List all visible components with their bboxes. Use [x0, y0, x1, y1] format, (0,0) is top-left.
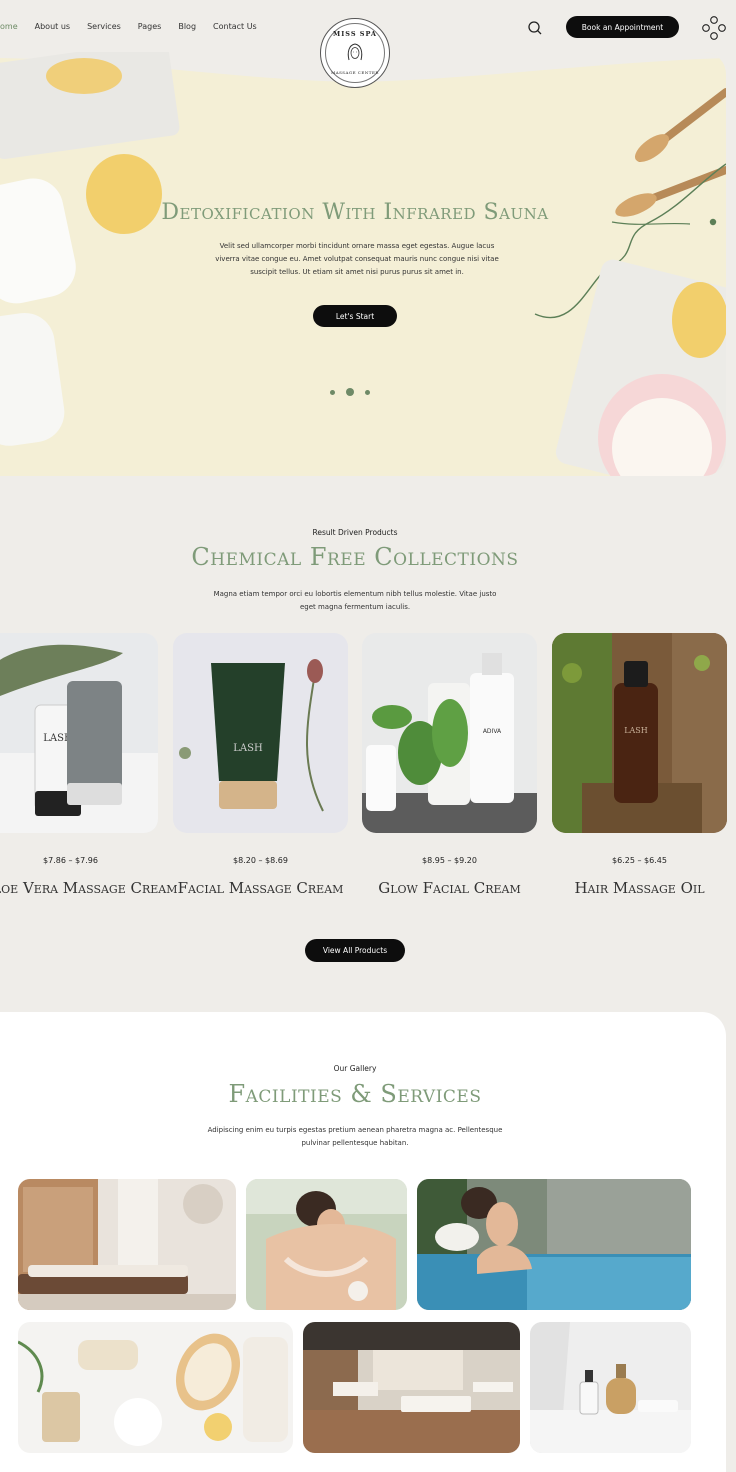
nav-link-home[interactable]: Home — [0, 22, 18, 31]
product-price: $8.20 – $8.69 — [233, 856, 288, 865]
gallery-subtitle: Our Gallery — [333, 1064, 377, 1073]
product-price: $7.86 – $7.96 — [43, 856, 98, 865]
svg-text:LASH: LASH — [233, 743, 263, 754]
product-image-facial-massage[interactable]: LASH — [173, 633, 348, 833]
gallery-title: Facilities & Services — [228, 1080, 482, 1108]
products-subtitle: Result Driven Products — [312, 528, 398, 537]
slider-dot-3[interactable] — [365, 389, 370, 395]
hero-description: Velit sed ullamcorper morbi tincidunt or… — [215, 242, 499, 276]
gallery-section: Our Gallery Facilities & Services Adipis… — [0, 1012, 726, 1472]
product-image-hair-oil[interactable]: LASH — [552, 633, 727, 833]
logo-top-text: MISS SPA — [333, 30, 377, 38]
product-name[interactable]: Glow Facial Cream — [362, 879, 537, 897]
nav-links: Home About us Services Pages Blog Contac… — [0, 22, 257, 31]
product-price: $6.25 – $6.45 — [612, 856, 667, 865]
gallery-image-spa-products[interactable] — [18, 1322, 293, 1453]
gallery-description: Adipiscing enim eu turpis egestas pretiu… — [207, 1126, 503, 1147]
gallery-image-pool[interactable] — [417, 1179, 691, 1310]
product-name[interactable]: Hair Massage Oil — [552, 879, 727, 897]
search-icon[interactable] — [527, 20, 543, 36]
slider-dot-2[interactable] — [346, 388, 354, 396]
hero-title: Detoxification With Infrared Sauna — [161, 200, 549, 225]
products-title: Chemical Free Collections — [191, 543, 519, 571]
book-appointment-button[interactable]: Book an Appointment — [566, 16, 679, 38]
gallery-image-massage-room[interactable] — [18, 1179, 236, 1310]
nav-link-contact[interactable]: Contact Us — [213, 22, 257, 31]
gallery-image-back-massage[interactable] — [246, 1179, 407, 1310]
gallery-image-treatment-room[interactable] — [303, 1322, 520, 1453]
nav-link-about[interactable]: About us — [35, 22, 70, 31]
product-image-aloe-vera[interactable]: LASH — [0, 633, 158, 833]
product-name[interactable]: Aloe Vera Massage Cream — [0, 879, 178, 897]
svg-text:ADIVA: ADIVA — [483, 728, 502, 735]
hero-banner: Detoxification With Infrared Sauna Velit… — [0, 52, 726, 476]
menu-dots-icon[interactable] — [700, 14, 728, 42]
nav-link-blog[interactable]: Blog — [178, 22, 196, 31]
nav-link-services[interactable]: Services — [87, 22, 121, 31]
gallery-image-cosmetics-shelf[interactable] — [530, 1322, 691, 1453]
logo-ring: MISS SPA MASSAGE CENTER — [325, 23, 385, 83]
woman-face-icon — [347, 43, 363, 61]
lets-start-button[interactable]: Let's Start — [313, 305, 397, 327]
product-image-glow-facial[interactable]: ADIVA — [362, 633, 537, 833]
logo-bottom-text: MASSAGE CENTER — [331, 70, 379, 75]
nav-link-pages[interactable]: Pages — [138, 22, 162, 31]
slider-dots — [330, 388, 370, 396]
slider-dot-1[interactable] — [330, 389, 335, 395]
svg-text:LASH: LASH — [624, 726, 648, 735]
products-description: Magna etiam tempor orci eu lobortis elem… — [213, 590, 497, 611]
miss-spa-logo[interactable]: MISS SPA MASSAGE CENTER — [320, 18, 390, 88]
product-name[interactable]: Facial Massage Cream — [173, 879, 348, 897]
view-all-products-button[interactable]: View All Products — [305, 939, 405, 962]
product-price: $8.95 – $9.20 — [422, 856, 477, 865]
